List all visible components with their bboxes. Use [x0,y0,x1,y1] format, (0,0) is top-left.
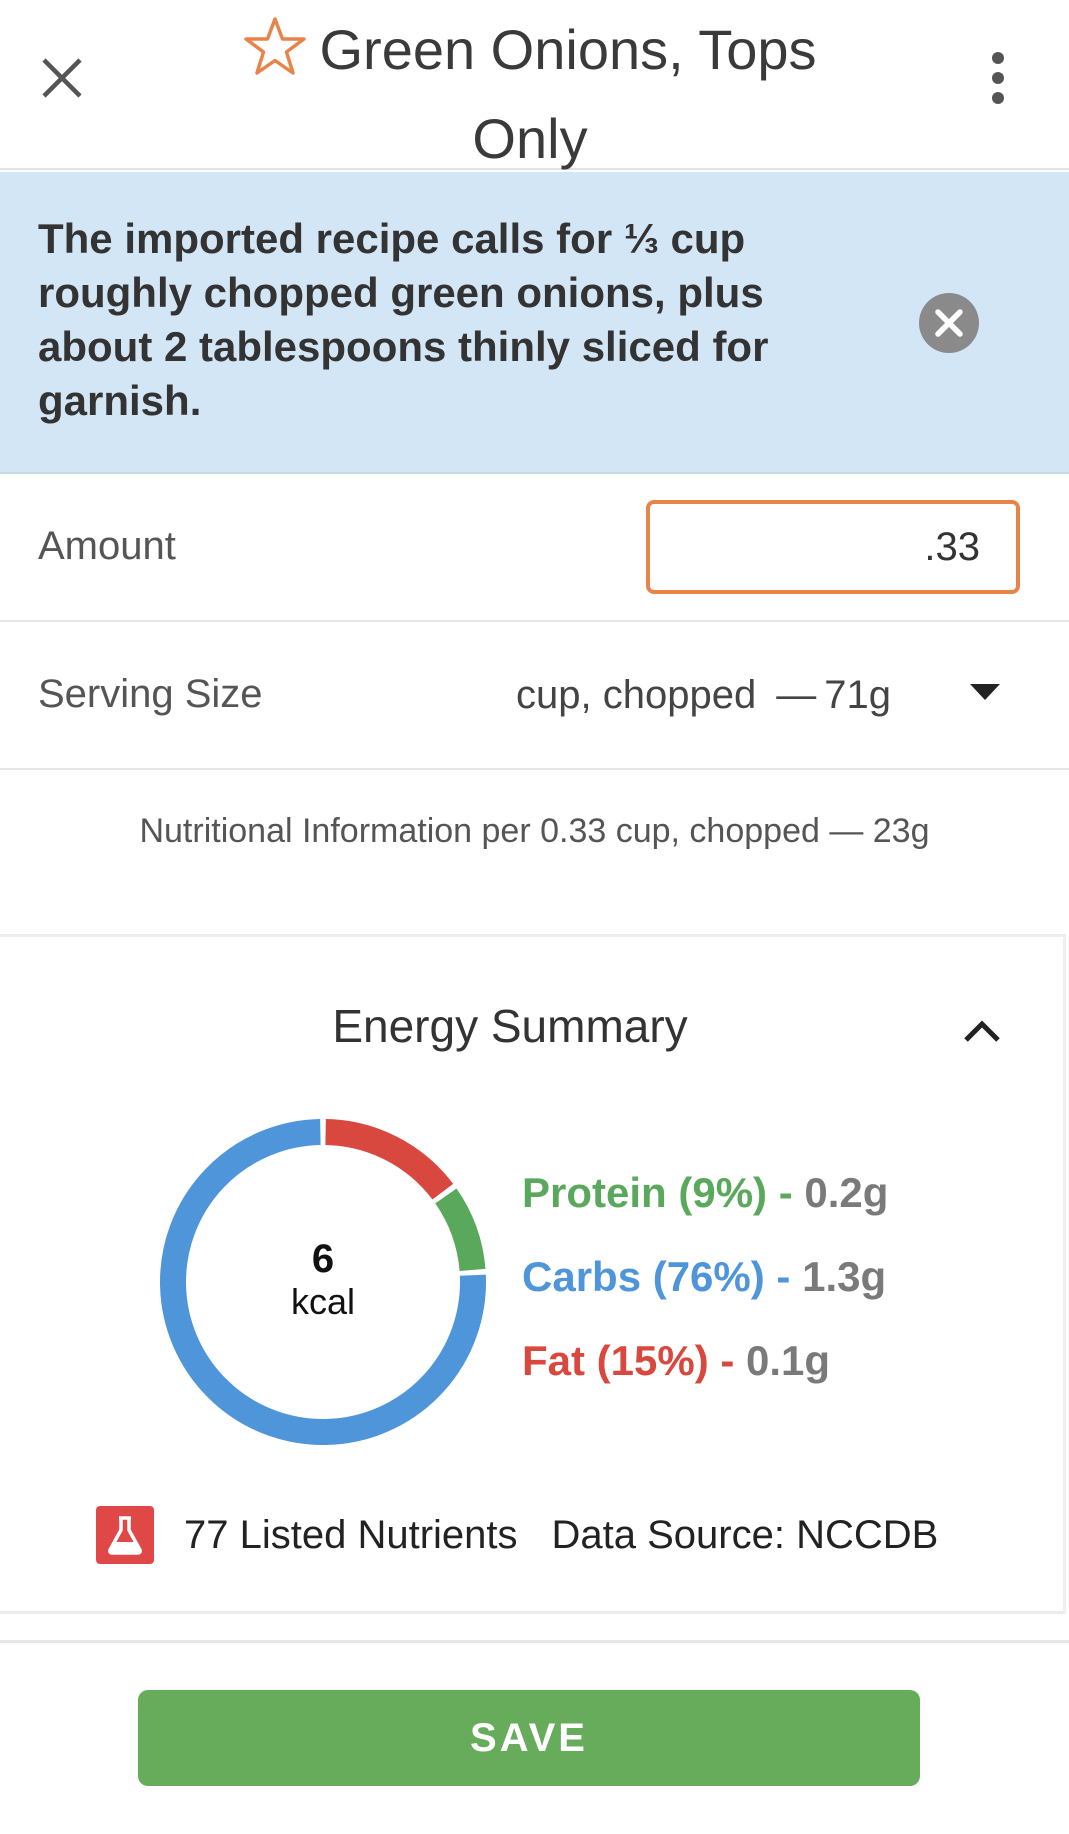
close-circle-icon [919,293,979,353]
app-header: Green Onions, Tops Only [0,0,1069,170]
macro-carbs-label: Carbs (76%) [522,1253,765,1300]
macro-protein: Protein (9%) - 0.2g [522,1169,888,1217]
macro-protein-label: Protein (9%) [522,1169,768,1216]
listed-nutrients-link[interactable]: 77 Listed Nutrients [184,1513,518,1558]
title-line-2: Only [472,107,588,170]
macro-protein-amount: 0.2g [804,1169,889,1216]
bottom-divider [0,1640,1069,1643]
more-vertical-icon [992,52,1004,104]
energy-summary-card: Energy Summary 6 kcal Protein (9%) - 0.2… [0,934,1066,1614]
more-options-button[interactable] [968,46,1028,110]
star-icon[interactable] [243,16,307,99]
nutrition-info-text: Nutritional Information per 0.33 cup, ch… [139,812,930,850]
dismiss-banner-button[interactable] [918,292,980,354]
save-button[interactable]: SAVE [138,1690,920,1786]
macro-fat-amount: 0.1g [746,1337,831,1384]
amount-input[interactable] [646,500,1020,594]
serving-size-label: Serving Size [38,672,263,716]
title-line-1: Green Onions, Tops [319,18,817,81]
macro-fat-label: Fat (15%) [522,1337,709,1384]
serving-unit: cup, chopped [516,672,757,717]
kcal-value: 6 [311,1237,335,1281]
data-source-text: Data Source: NCCDB [551,1512,939,1557]
amount-label: Amount [38,524,176,568]
page-title: Green Onions, Tops Only [210,10,850,179]
kcal-unit: kcal [290,1281,356,1322]
close-button[interactable] [30,46,94,110]
donut-segment-fat [325,1119,454,1200]
close-icon [42,58,82,98]
macro-carbs-amount: 1.3g [802,1253,887,1300]
import-notice-banner: The imported recipe calls for ⅓ cup roug… [0,172,1069,474]
macro-carbs: Carbs (76%) - 1.3g [522,1253,886,1301]
macro-fat: Fat (15%) - 0.1g [522,1337,830,1385]
serving-dash: — [776,672,817,717]
flask-icon[interactable] [96,1506,154,1564]
macro-carbs-sep: - [764,1253,803,1300]
kcal-display: 6 kcal [158,1237,488,1323]
collapse-button[interactable] [952,1001,1012,1061]
banner-text: The imported recipe calls for ⅓ cup roug… [38,215,769,424]
serving-grams: 71g [824,672,891,717]
nutrients-footer: 77 Listed Nutrients Data Source: NCCDB [96,1503,938,1567]
macro-protein-sep: - [767,1169,805,1216]
caret-down-icon [970,684,1000,700]
macro-fat-sep: - [708,1337,747,1384]
serving-size-select[interactable]: cup, chopped — 71g [480,650,1040,740]
chevron-up-icon [964,1020,1000,1042]
energy-summary-title: Energy Summary [332,1000,688,1052]
